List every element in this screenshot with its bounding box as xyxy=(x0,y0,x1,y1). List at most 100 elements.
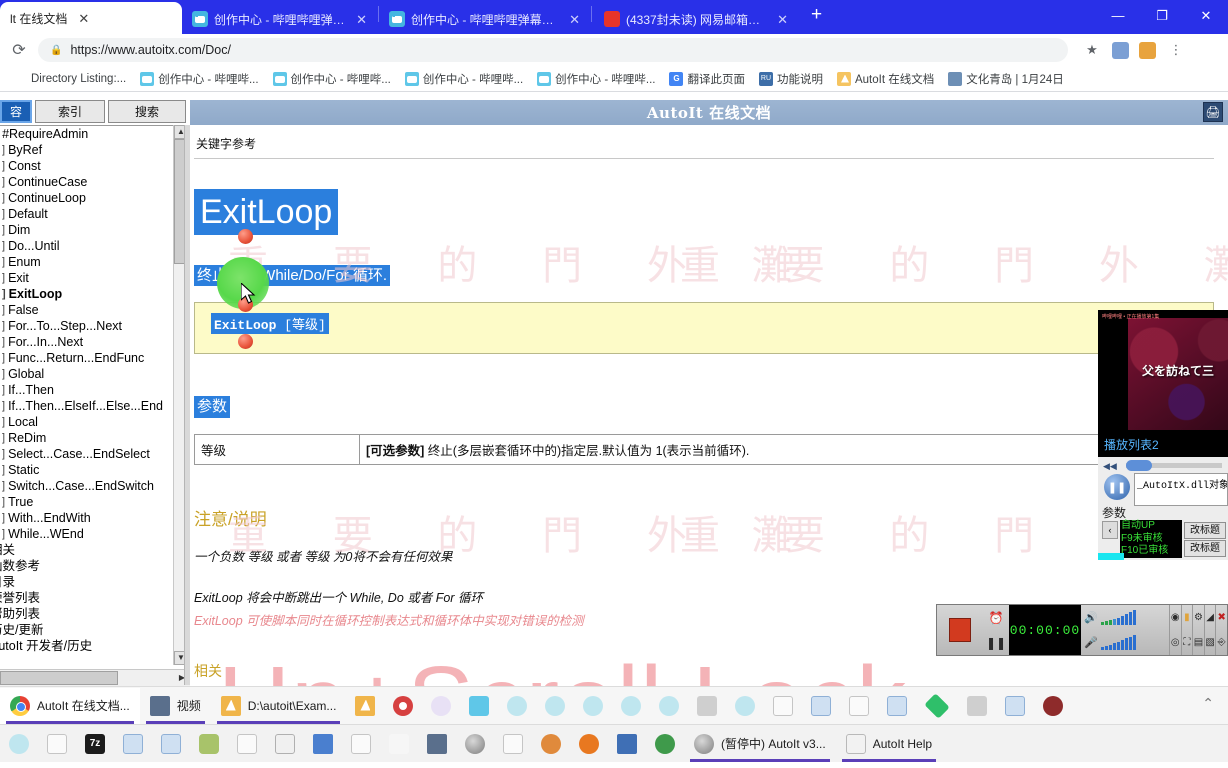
taskbar-item-electron[interactable] xyxy=(726,688,764,724)
taskbar-item-bilibili[interactable] xyxy=(460,688,498,724)
taskbar-item-target[interactable] xyxy=(1034,688,1072,724)
tab-close-icon[interactable]: ✕ xyxy=(73,12,94,25)
taskbar-item-page-b[interactable] xyxy=(342,726,380,762)
folder-icon[interactable]: ▮ xyxy=(1180,605,1193,630)
tree-item[interactable]: ] Switch...Case...EndSwitch xyxy=(0,478,190,494)
bookmark-item[interactable]: 创作中心 - 哔哩哔... xyxy=(398,69,530,89)
bookmark-item[interactable]: 文化青岛 | 1月24日 xyxy=(941,69,1071,89)
video-thumbnail[interactable]: 哔哩哔哩 • 正在播放第1集 父を訪ねて三 xyxy=(1098,310,1228,430)
taskbar-item-page-a[interactable] xyxy=(228,726,266,762)
bookmark-item[interactable]: 创作中心 - 哔哩哔... xyxy=(266,69,398,89)
tree-item[interactable]: ] If...Then...ElseIf...Else...End xyxy=(0,398,190,414)
tab-close-icon[interactable]: ✕ xyxy=(564,13,585,26)
taskbar-item-diamond[interactable] xyxy=(916,688,958,724)
reload-icon[interactable]: ⟳ xyxy=(8,39,30,61)
taskbar-item-doc[interactable] xyxy=(498,688,536,724)
maximize-button[interactable]: ❐ xyxy=(1140,0,1184,32)
tree-item[interactable]: 相关 xyxy=(0,542,190,558)
pause-button[interactable]: ❚❚ xyxy=(1104,474,1130,500)
tree-item[interactable]: ] ContinueCase xyxy=(0,174,190,190)
tree-item-exitloop[interactable]: ] ExitLoop xyxy=(0,286,190,302)
tree-item[interactable]: 函数参考 xyxy=(0,558,190,574)
contents-tree[interactable]: ]#RequireAdmin ]ByRef ]Const ]ContinueCa… xyxy=(0,125,190,665)
tree-item[interactable]: ] Static xyxy=(0,462,190,478)
taskbar-item-pinwheel[interactable] xyxy=(650,688,688,724)
tree-item[interactable]: ] For...In...Next xyxy=(0,334,190,350)
tree-item[interactable]: ] While...WEnd xyxy=(0,526,190,542)
tree-item[interactable]: ] Global xyxy=(0,366,190,382)
taskbar-item-folder[interactable]: D:\autoit\Exam... xyxy=(211,688,347,724)
object-input-field[interactable]: _AutoItX.dll对象 xyxy=(1134,473,1228,506)
taskbar-item-book[interactable] xyxy=(304,726,342,762)
taskbar-item-map[interactable] xyxy=(612,688,650,724)
print-icon[interactable]: 🖨 xyxy=(1203,102,1223,122)
bookmark-item[interactable]: 创作中心 - 哔哩哔... xyxy=(133,69,265,89)
alarm-icon[interactable]: ⏰ xyxy=(983,605,1009,630)
minimize-button[interactable]: — xyxy=(1096,0,1140,32)
taskbar-item-music[interactable] xyxy=(840,688,878,724)
taskbar-item-blue-circle[interactable] xyxy=(574,688,612,724)
bookmark-item[interactable]: 创作中心 - 哔哩哔... xyxy=(530,69,662,89)
tree-item[interactable]: ] ByRef xyxy=(0,142,190,158)
taskbar-item-autoit-doc[interactable]: AutoIt 在线文档... xyxy=(0,687,140,724)
mic-meter[interactable] xyxy=(1101,635,1136,650)
gear-icon[interactable]: ⚙ xyxy=(1192,605,1204,630)
seek-thumb[interactable] xyxy=(1126,460,1152,471)
stop-button[interactable] xyxy=(937,605,983,655)
taskbar-item-filmstrip[interactable] xyxy=(418,726,456,762)
sidebar-horizontal-scrollbar[interactable]: ▶ xyxy=(0,669,190,686)
taskbar-item-stamp[interactable] xyxy=(38,726,76,762)
address-bar[interactable]: 🔒 https://www.autoitx.com/Doc/ xyxy=(38,38,1068,62)
tree-item[interactable]: ] Const xyxy=(0,158,190,174)
bookmark-item[interactable]: RU 功能说明 xyxy=(752,69,830,89)
taskbar-item-panel-2[interactable] xyxy=(996,688,1034,724)
taskbar-item-balloon[interactable] xyxy=(0,726,38,762)
tree-item[interactable]: ] Do...Until xyxy=(0,238,190,254)
bookmark-star-icon[interactable]: ★ xyxy=(1082,40,1102,60)
playlist-label[interactable]: 播放列表2 xyxy=(1098,430,1228,457)
translate-icon[interactable] xyxy=(1139,41,1156,59)
sidebar-tab-search[interactable]: 搜索 xyxy=(108,100,186,123)
browser-tab-2[interactable]: 创作中心 - 哔哩哔哩弹幕视频网 ✕ xyxy=(182,4,378,34)
bookmark-item[interactable]: Directory Listing:... xyxy=(6,70,133,88)
taskbar-item-panel-a[interactable] xyxy=(114,726,152,762)
tree-item[interactable]: 荣誉列表 xyxy=(0,590,190,606)
sidebar-tab-contents[interactable]: 容 xyxy=(0,100,32,123)
tree-item[interactable]: ] ReDim xyxy=(0,430,190,446)
eject-icon[interactable]: ⎆ xyxy=(1215,630,1227,655)
pause-button[interactable]: ❚❚ xyxy=(983,630,1009,655)
close-button[interactable]: ✕ xyxy=(1184,0,1228,32)
show-hidden-icons-caret[interactable]: ⌃ xyxy=(1202,695,1214,712)
tree-item[interactable]: ] Dim xyxy=(0,222,190,238)
scrollbar-thumb[interactable] xyxy=(0,671,118,685)
taskbar-item-archive[interactable] xyxy=(958,688,996,724)
tree-item[interactable]: ] False xyxy=(0,302,190,318)
tree-item[interactable]: ] ContinueLoop xyxy=(0,190,190,206)
monitor-icon[interactable]: ▧ xyxy=(1203,630,1216,655)
taskbar-item-panel-b[interactable] xyxy=(152,726,190,762)
taskbar-item-autoit-v3[interactable]: (暂停中) AutoIt v3... xyxy=(684,726,836,762)
browser-menu-icon[interactable]: ⋮ xyxy=(1166,40,1186,60)
media-control-bar[interactable]: ⏰ ❚❚ 00:00:00 🔊 🎤 ◉ ▮ ⚙ ◢ ✖ ◎ ⛶ ▤ ▧ ⎆ xyxy=(936,604,1228,656)
tree-item[interactable]: ] Select...Case...EndSelect xyxy=(0,446,190,462)
taskbar-item-record[interactable] xyxy=(384,688,422,724)
tree-item[interactable]: ] Default xyxy=(0,206,190,222)
wifi-icon[interactable]: ◉ xyxy=(1169,605,1181,630)
taskbar-item-autoit-a[interactable] xyxy=(456,726,494,762)
previous-icon[interactable]: ◀◀ xyxy=(1103,461,1117,472)
taskbar-item-inspect[interactable] xyxy=(532,726,570,762)
fullscreen-icon[interactable]: ⛶ xyxy=(1180,630,1193,655)
tab-close-icon[interactable]: ✕ xyxy=(351,13,372,26)
tree-item[interactable]: ] Func...Return...EndFunc xyxy=(0,350,190,366)
browser-tab-1[interactable]: lt 在线文档 ✕ xyxy=(0,2,182,34)
bookmark-item[interactable]: G 翻译此页面 xyxy=(662,69,752,89)
tree-item[interactable]: ] Exit xyxy=(0,270,190,286)
tree-item[interactable]: ] With...EndWith xyxy=(0,510,190,526)
tree-item[interactable]: ] For...To...Step...Next xyxy=(0,318,190,334)
extension-icon[interactable] xyxy=(1112,41,1129,59)
tree-item[interactable]: ] Local xyxy=(0,414,190,430)
sidebar-tab-index[interactable]: 索引 xyxy=(35,100,105,123)
taskbar-item-r[interactable] xyxy=(878,688,916,724)
browser-tab-3[interactable]: 创作中心 - 哔哩哔哩弹幕视频网 ✕ xyxy=(379,4,591,34)
taskbar-item-snake[interactable] xyxy=(190,726,228,762)
